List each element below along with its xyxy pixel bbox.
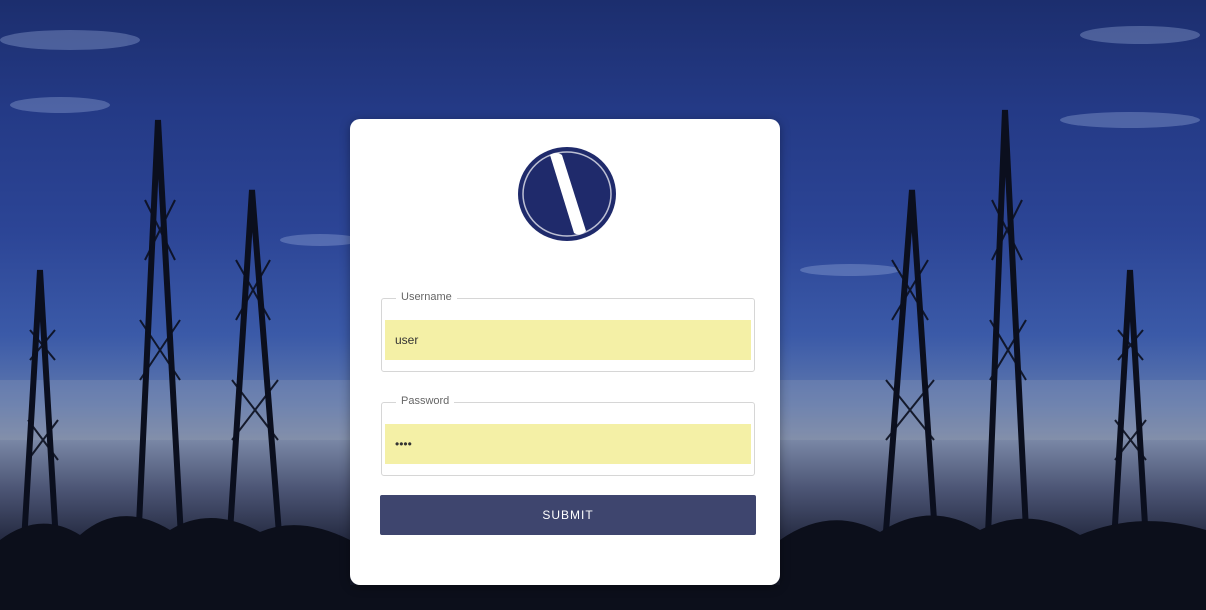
login-page: Username Password SUBMIT [0,0,1206,610]
username-field: Username [381,291,755,372]
username-input[interactable] [385,320,751,360]
username-label: Username [396,291,457,303]
logo-icon [518,147,616,241]
password-label: Password [396,395,455,407]
password-field: Password [381,395,755,476]
password-input[interactable] [385,424,751,464]
submit-button[interactable]: SUBMIT [380,495,756,535]
login-card: Username Password SUBMIT [350,119,780,585]
